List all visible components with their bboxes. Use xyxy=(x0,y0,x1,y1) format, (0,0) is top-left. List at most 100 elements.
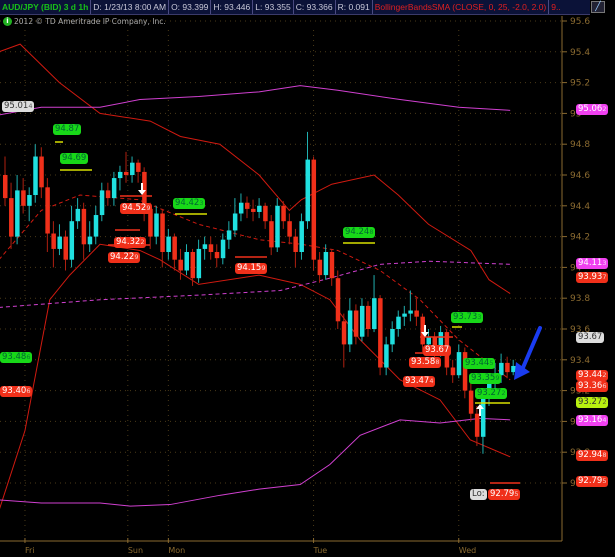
y-tick-label: 94.4 xyxy=(570,202,590,212)
candle-body xyxy=(263,205,268,222)
price-bubble[interactable]: 93.588 xyxy=(409,357,442,368)
candle-body xyxy=(480,398,486,437)
candle-body xyxy=(105,190,111,199)
candle-body xyxy=(341,321,347,345)
axis-price-bubble: 93.164 xyxy=(576,415,609,426)
candle-body xyxy=(251,208,256,212)
pointer-arrow-icon xyxy=(520,326,542,372)
candle-body xyxy=(468,390,474,414)
candle-body xyxy=(384,344,389,368)
candle-body xyxy=(81,208,87,245)
y-tick-label: 94.8 xyxy=(570,140,590,150)
price-bubble[interactable]: 94.229 xyxy=(108,252,141,263)
candle-body xyxy=(366,305,371,329)
candle-body xyxy=(136,162,141,172)
price-bubble[interactable]: 93.486 xyxy=(0,352,33,363)
price-bubble[interactable]: 93.359 xyxy=(469,373,502,384)
price-bubble[interactable]: 94.423 xyxy=(173,198,206,209)
candle-body xyxy=(33,156,38,196)
candle-body xyxy=(456,352,462,376)
candle-body xyxy=(335,278,341,322)
low-readout: L: 93.355 xyxy=(253,0,294,14)
candle-body xyxy=(172,236,177,260)
candle-body xyxy=(378,298,383,368)
price-bubble[interactable]: 94.248 xyxy=(343,227,376,238)
axis-price-bubble: 93.442 xyxy=(576,370,609,381)
candle-body xyxy=(99,190,105,216)
candle-body xyxy=(178,259,183,271)
axis-price-bubble: 92.795 xyxy=(576,476,609,487)
candle-body xyxy=(160,213,165,252)
price-bubble[interactable]: 94.69 xyxy=(60,153,89,164)
candle-body xyxy=(202,244,208,249)
candle-body xyxy=(51,233,56,249)
candle-body xyxy=(184,252,189,271)
price-bubble[interactable]: 94.87 xyxy=(53,124,82,135)
more-studies[interactable]: 9.. xyxy=(549,0,562,14)
candle-body xyxy=(39,156,44,188)
candle-body xyxy=(474,413,480,437)
price-bubble[interactable]: 94.529 xyxy=(120,203,153,214)
price-bubble[interactable]: 93.474 xyxy=(403,376,436,387)
candle-body xyxy=(408,310,413,314)
price-bubble[interactable]: 93.445 xyxy=(463,358,496,369)
info-icon[interactable]: i xyxy=(3,17,12,26)
candle-body xyxy=(353,310,359,337)
candle-body xyxy=(505,362,510,373)
candle-body xyxy=(402,313,407,317)
axis-price-bubble: 93.937 xyxy=(576,272,609,283)
upper-band-2-line xyxy=(0,85,511,116)
price-bubble[interactable]: 93.733 xyxy=(451,312,484,323)
candle-body xyxy=(190,252,196,279)
candle-body xyxy=(372,298,377,329)
price-bubble[interactable]: 93.406 xyxy=(0,386,33,397)
candle-body xyxy=(245,202,250,209)
candle-body xyxy=(232,213,238,231)
candle-body xyxy=(166,236,171,252)
y-tick-label: 94.6 xyxy=(570,171,590,181)
range-readout: R: 0.091 xyxy=(336,0,373,14)
low-marker-label: Lo: xyxy=(470,489,487,500)
price-bubble[interactable]: 94.159 xyxy=(235,263,268,274)
study-label[interactable]: BollingerBandsSMA (CLOSE, 0, 25, -2.0, 2… xyxy=(373,0,550,14)
candle-body xyxy=(305,159,310,222)
symbol-label[interactable]: AUD/JPY (BID) 3 d 1h xyxy=(0,0,92,14)
candle-body xyxy=(238,202,244,214)
axis-price-bubble: 93.67 xyxy=(576,332,605,343)
candle-body xyxy=(426,336,431,345)
candle-body xyxy=(275,205,280,248)
candle-body xyxy=(347,310,353,345)
x-tick-label: Wed xyxy=(459,546,476,555)
x-tick-label: Sun xyxy=(128,546,143,555)
candle-body xyxy=(69,221,75,260)
candle-body xyxy=(359,305,365,337)
open-readout: O: 93.399 xyxy=(169,0,212,14)
price-bubble[interactable]: 93.272 xyxy=(475,388,508,399)
candle-body xyxy=(154,213,159,237)
candle-body xyxy=(281,205,286,222)
price-bubble[interactable]: 92.795 xyxy=(488,489,521,500)
high-readout: H: 93.446 xyxy=(211,0,254,14)
candle-body xyxy=(111,178,117,199)
y-tick-label: 95.4 xyxy=(570,48,590,58)
candle-body xyxy=(299,221,304,252)
chart-header: AUD/JPY (BID) 3 d 1h D: 1/23/13 8:00 AM … xyxy=(0,0,590,15)
chart-toggle-icon[interactable]: ╱ xyxy=(591,1,605,13)
candle-body xyxy=(317,259,323,276)
axis-price-bubble: 92.948 xyxy=(576,450,609,461)
candle-body xyxy=(15,190,20,237)
copyright-text: 2012 © TD Ameritrade IP Company, Inc. xyxy=(14,17,166,26)
candle-body xyxy=(87,236,93,245)
price-bubble[interactable]: 95.014 xyxy=(2,101,35,112)
candle-body xyxy=(93,215,99,237)
price-bubble[interactable]: 94.322 xyxy=(114,237,147,248)
candle-body xyxy=(414,310,419,317)
pointer-arrow-head-icon xyxy=(514,362,530,380)
candle-body xyxy=(287,221,292,237)
y-tick-label: 94.2 xyxy=(570,233,590,243)
price-bubble[interactable]: 93.67 xyxy=(423,345,452,356)
x-tick-label: Fri xyxy=(25,546,35,555)
candle-body xyxy=(214,252,220,259)
candle-body xyxy=(196,248,202,279)
lower-band-2-line xyxy=(0,417,511,507)
